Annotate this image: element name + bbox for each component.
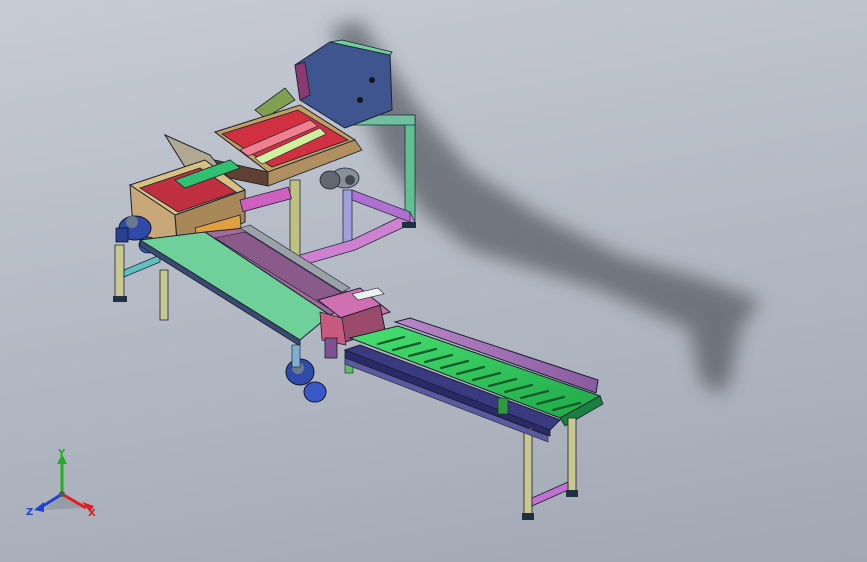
graphics-viewport[interactable]: Y X Z xyxy=(0,0,867,562)
conveyor-assembly-model[interactable] xyxy=(0,0,867,562)
triad-origin xyxy=(59,491,65,497)
z-axis-arrow xyxy=(34,502,44,512)
reference-triad[interactable]: Y X Z xyxy=(22,448,112,528)
x-axis-label: X xyxy=(88,508,96,519)
y-axis-label: Y xyxy=(57,448,66,459)
z-axis-label: Z xyxy=(26,507,33,518)
middle-gearmotor[interactable] xyxy=(285,344,327,403)
